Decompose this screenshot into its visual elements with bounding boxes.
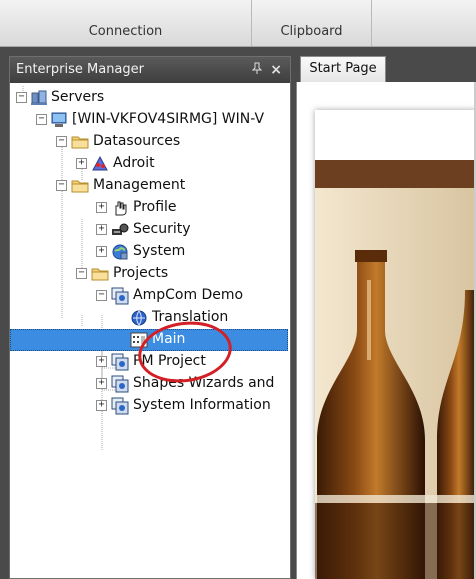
expand-icon[interactable]: + [96, 224, 107, 235]
tree-item-label: AmpCom Demo [133, 287, 244, 303]
computer-icon [50, 111, 68, 129]
profile-hand-icon [111, 199, 129, 217]
tree-item-security[interactable]: + Security [10, 219, 210, 241]
tree-item-servers[interactable]: − Servers [10, 87, 210, 109]
tree-item-translation[interactable]: Translation [10, 307, 270, 329]
system-globe-icon [111, 243, 129, 261]
folder-icon [71, 133, 89, 151]
expand-icon[interactable]: + [96, 356, 107, 367]
collapse-icon[interactable]: − [96, 290, 107, 301]
expand-icon[interactable]: + [96, 246, 107, 257]
ribbon-tab-row: Connection Clipboard [0, 0, 476, 47]
collapse-icon[interactable]: − [16, 92, 27, 103]
tree-item-label: System [133, 243, 186, 259]
tree-item-adroit[interactable]: + Adroit [10, 153, 210, 175]
tree-item-label: System Information [133, 397, 271, 413]
tree-item-system-information[interactable]: + System Information [10, 395, 290, 417]
collapse-icon[interactable]: − [76, 268, 87, 279]
panel-header: Enterprise Manager × [10, 57, 290, 83]
folder-icon [91, 265, 109, 283]
tree-item-label: [WIN-VKFOV4SIRMG] WIN-V [72, 111, 265, 127]
document-area [296, 82, 476, 579]
translation-globe-icon [130, 309, 148, 327]
enterprise-tree: − Servers − [WIN-VKFOV4SIRMG] WIN-V − Da… [10, 85, 290, 575]
adroit-datasource-icon [91, 155, 109, 173]
panel-title: Enterprise Manager [16, 62, 144, 77]
ribbon-tab-connection-label: Connection [88, 24, 163, 39]
tree-item-label: Profile [133, 199, 177, 215]
document-tab-strip: Start Page [296, 56, 476, 82]
project-icon [111, 375, 129, 393]
project-icon [111, 287, 129, 305]
tab-start-page[interactable]: Start Page [300, 56, 386, 82]
ribbon-tab-clipboard[interactable]: Clipboard [252, 0, 372, 46]
tree-item-profile[interactable]: + Profile [10, 197, 210, 219]
security-key-icon [111, 221, 129, 239]
expand-icon[interactable]: + [96, 378, 107, 389]
project-icon [111, 397, 129, 415]
expand-icon[interactable]: + [96, 202, 107, 213]
tree-item-label: Management [93, 177, 186, 193]
close-icon[interactable]: × [270, 57, 282, 83]
ribbon-tab-connection[interactable]: Connection [0, 0, 252, 46]
bottles-hero-image [315, 110, 476, 579]
tree-item-system[interactable]: + System [10, 241, 210, 263]
pin-icon[interactable] [251, 57, 263, 83]
tree-item-label: Adroit [113, 155, 155, 171]
enterprise-manager-panel: Enterprise Manager × − Servers − [WIN-VK… [9, 56, 291, 579]
tree-item-label: Projects [113, 265, 169, 281]
collapse-icon[interactable]: − [56, 180, 67, 191]
tree-item-label: Security [133, 221, 191, 237]
tree-item-label: Servers [51, 89, 105, 105]
collapse-icon[interactable]: − [56, 136, 67, 147]
tree-item-shapes-wizards[interactable]: + Shapes Wizards and [10, 373, 290, 395]
folder-icon [71, 177, 89, 195]
expand-icon[interactable]: + [76, 158, 87, 169]
tree-item-datasources[interactable]: − Datasources [10, 131, 210, 153]
servers-icon [30, 89, 48, 107]
ribbon-tab-clipboard-label: Clipboard [280, 24, 343, 39]
tree-item-projects[interactable]: − Projects [10, 263, 210, 285]
tree-item-label: Datasources [93, 133, 181, 149]
tab-start-page-label: Start Page [309, 61, 377, 76]
tree-item-ampcom-demo[interactable]: − AmpCom Demo [10, 285, 243, 307]
tree-item-server[interactable]: − [WIN-VKFOV4SIRMG] WIN-V [10, 109, 290, 131]
expand-icon[interactable]: + [96, 400, 107, 411]
tree-item-management[interactable]: − Management [10, 175, 210, 197]
start-page [315, 110, 476, 579]
project-icon [111, 353, 129, 371]
collapse-icon[interactable]: − [36, 114, 47, 125]
